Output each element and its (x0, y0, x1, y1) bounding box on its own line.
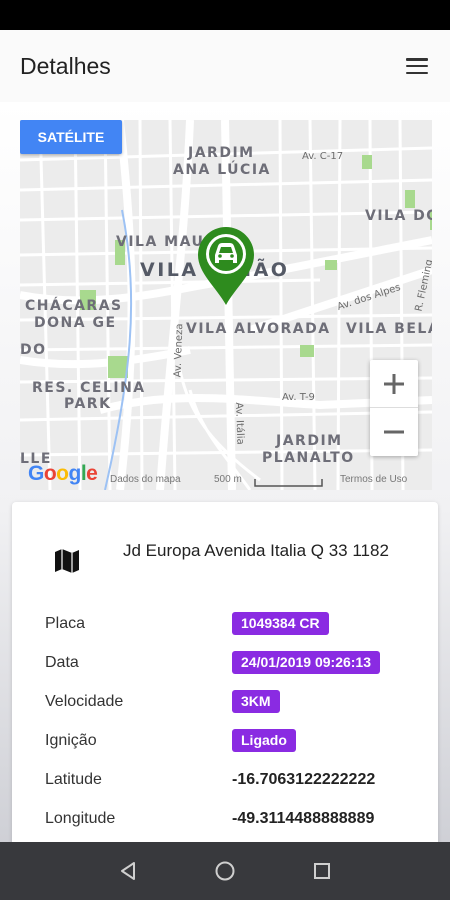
map-label: VILA BELA (346, 321, 432, 337)
data-badge: 24/01/2019 09:26:13 (232, 651, 380, 674)
map-label: JARDIM (276, 433, 343, 449)
address-row: Jd Europa Avenida Italia Q 33 1182 (12, 534, 438, 586)
map-label: CHÁCARAS (25, 298, 123, 314)
detail-row-velocidade: Velocidade 3KM (12, 688, 438, 718)
ignicao-badge: Ligado (232, 729, 296, 752)
map-label: JARDIM (188, 145, 255, 161)
back-triangle-icon[interactable] (108, 851, 148, 891)
detail-row-placa: Placa 1049384 CR (12, 610, 438, 640)
map-label: RES. CELINA (32, 380, 146, 396)
detail-row-longitude: Longitude -49.3114488888889 (12, 805, 438, 835)
street-label: Av. C-17 (302, 151, 344, 162)
terms-link[interactable]: Termos de Uso (340, 474, 407, 485)
app-bar: Detalhes (0, 30, 450, 102)
map-label: PARK (64, 396, 112, 412)
address-text: Jd Europa Avenida Italia Q 33 1182 (123, 541, 389, 560)
content-area: JARDIM ANA LÚCIA VILA DO VILA MAUÁ VILA … (0, 102, 450, 847)
plus-icon[interactable] (370, 360, 418, 408)
ignicao-label: Ignição (45, 732, 97, 749)
longitude-value: -49.3114488888889 (232, 810, 375, 827)
placa-badge: 1049384 CR (232, 612, 329, 635)
map-label: ANA LÚCIA (173, 162, 271, 178)
recents-square-icon[interactable] (302, 851, 342, 891)
minus-icon[interactable] (370, 408, 418, 456)
placa-label: Placa (45, 615, 86, 632)
map-view[interactable]: JARDIM ANA LÚCIA VILA DO VILA MAUÁ VILA … (20, 120, 432, 490)
map-label: DONA GE (34, 315, 117, 331)
detail-row-latitude: Latitude -16.7063122222222 (12, 766, 438, 796)
street-label: Av. Itália (232, 402, 246, 445)
map-label: DO (20, 342, 47, 358)
detail-row-data: Data 24/01/2019 09:26:13 (12, 649, 438, 679)
satellite-button[interactable]: SATÉLITE (20, 120, 122, 154)
map-label: VILA ALVORADA (186, 321, 331, 337)
latitude-label: Latitude (45, 771, 102, 788)
navigation-bar (0, 842, 450, 900)
status-bar (0, 0, 450, 30)
google-logo: Google (28, 462, 98, 485)
home-circle-icon[interactable] (205, 851, 245, 891)
data-label: Data (45, 654, 79, 671)
map-data-link[interactable]: Dados do mapa (110, 474, 181, 485)
street-label: Av. Veneza (172, 323, 186, 378)
map-label: VILA DO (365, 208, 432, 224)
page-title: Detalhes (20, 52, 111, 79)
detail-row-ignicao: Ignição Ligado (12, 727, 438, 757)
car-marker-icon[interactable] (196, 225, 256, 307)
scale-bar (254, 479, 323, 487)
street-label: Av. T-9 (282, 392, 315, 403)
latitude-value: -16.7063122222222 (232, 771, 376, 788)
longitude-label: Longitude (45, 810, 116, 827)
zoom-controls (370, 360, 418, 456)
velocidade-badge: 3KM (232, 690, 280, 713)
velocidade-label: Velocidade (45, 693, 124, 710)
menu-icon[interactable] (404, 55, 430, 77)
map-label: PLANALTO (262, 450, 355, 466)
details-card: Jd Europa Avenida Italia Q 33 1182 Placa… (12, 502, 438, 847)
map-scale: 500 m (214, 474, 242, 485)
map-icon (52, 546, 82, 576)
